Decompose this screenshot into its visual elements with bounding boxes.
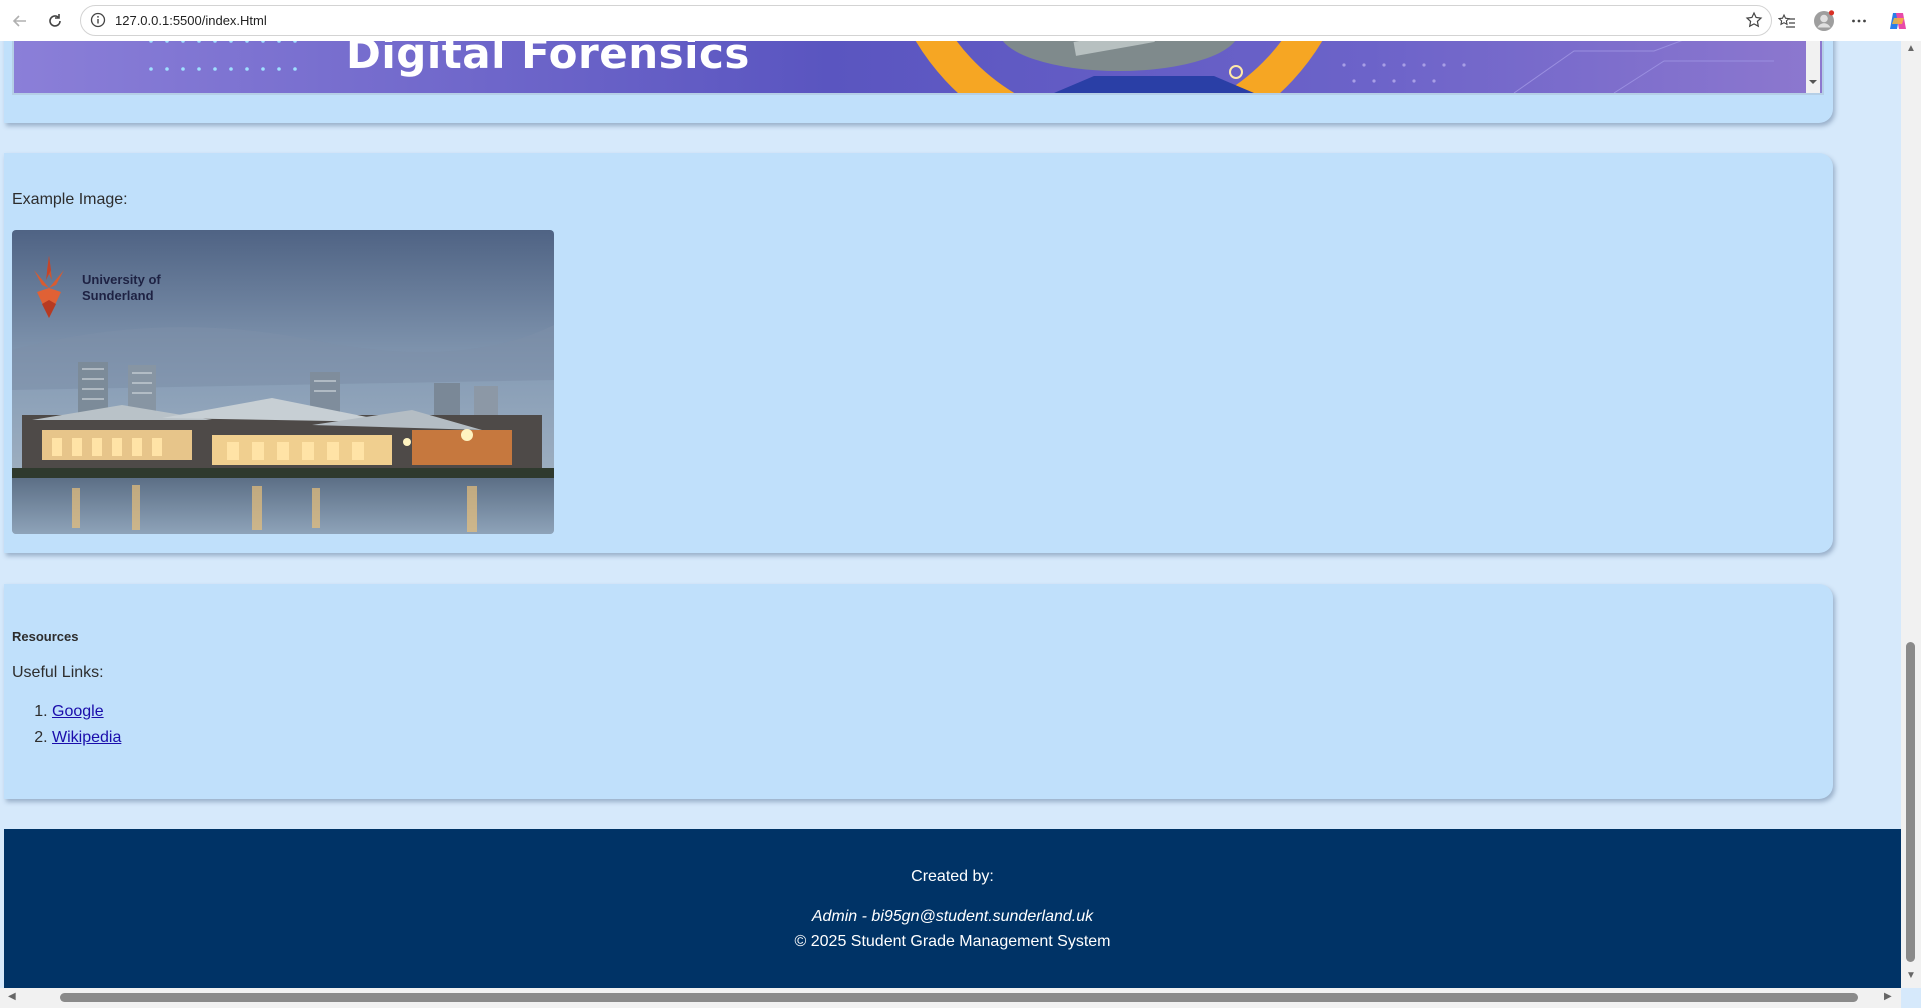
footer-admin-contact: Admin - bi95gn@student.sunderland.uk xyxy=(811,908,1094,925)
list-item: Wikipedia xyxy=(52,729,121,747)
banner-scrollbar[interactable] xyxy=(1806,41,1820,93)
example-image-card: Example Image: University of Sunderland xyxy=(4,153,1833,553)
reload-icon xyxy=(49,14,61,27)
url-text[interactable]: 127.0.0.1:5500/index.Html xyxy=(115,13,267,28)
copilot-icon xyxy=(1890,13,1906,29)
banner-title: Digital Forensics xyxy=(346,41,750,78)
list-item: Google xyxy=(52,703,121,721)
wikipedia-link[interactable]: Wikipedia xyxy=(52,729,121,746)
banner-image xyxy=(14,41,1822,93)
address-bar[interactable]: 127.0.0.1:5500/index.Html xyxy=(80,5,1772,36)
scroll-up-icon[interactable]: ▲ xyxy=(1906,43,1916,54)
logo-text-line2: Sunderland xyxy=(82,288,154,303)
resources-card: Resources Useful Links: Google Wikipedia xyxy=(4,584,1833,799)
banner-card: Digital Forensics xyxy=(4,41,1833,123)
banner-iframe[interactable]: Digital Forensics xyxy=(12,41,1824,95)
useful-links-label: Useful Links: xyxy=(12,664,104,681)
favorite-star-icon[interactable] xyxy=(1745,11,1763,29)
back-arrow-icon xyxy=(12,15,26,27)
chevron-down-icon[interactable] xyxy=(1806,75,1820,89)
profile-button[interactable] xyxy=(1811,8,1837,34)
copilot-button[interactable] xyxy=(1885,8,1911,34)
logo-text-line1: University of xyxy=(82,272,161,287)
favorites-button[interactable] xyxy=(1774,8,1800,34)
vertical-scrollbar[interactable]: ▲ ▼ xyxy=(1901,41,1921,988)
horizontal-scroll-thumb[interactable] xyxy=(60,993,1858,1002)
example-image-label: Example Image: xyxy=(12,191,128,208)
useful-links-list: Google Wikipedia xyxy=(12,703,121,755)
footer-created-by: Created by: xyxy=(911,868,994,885)
university-photo: University of Sunderland xyxy=(12,230,554,534)
google-link[interactable]: Google xyxy=(52,703,104,720)
horizontal-scrollbar[interactable]: ◀ ▶ xyxy=(0,988,1901,1008)
scroll-left-icon[interactable]: ◀ xyxy=(8,991,16,1002)
profile-avatar-icon xyxy=(1814,10,1835,31)
reload-button[interactable] xyxy=(42,8,68,34)
footer-copyright: © 2025 Student Grade Management System xyxy=(794,933,1111,950)
page-footer: Created by: Admin - bi95gn@student.sunde… xyxy=(4,829,1901,988)
resources-heading: Resources xyxy=(12,629,79,644)
more-dots-icon xyxy=(1852,19,1866,23)
vertical-scroll-thumb[interactable] xyxy=(1906,642,1915,962)
scroll-down-icon[interactable]: ▼ xyxy=(1906,970,1916,981)
back-button[interactable] xyxy=(7,8,33,34)
browser-toolbar: 127.0.0.1:5500/index.Html xyxy=(0,0,1921,42)
site-info-icon[interactable] xyxy=(90,12,106,28)
page-viewport: Digital Forensics Example Image: Univers… xyxy=(0,41,1901,988)
more-menu-button[interactable] xyxy=(1846,8,1872,34)
favorites-list-icon xyxy=(1778,13,1795,28)
scroll-right-icon[interactable]: ▶ xyxy=(1884,991,1892,1002)
